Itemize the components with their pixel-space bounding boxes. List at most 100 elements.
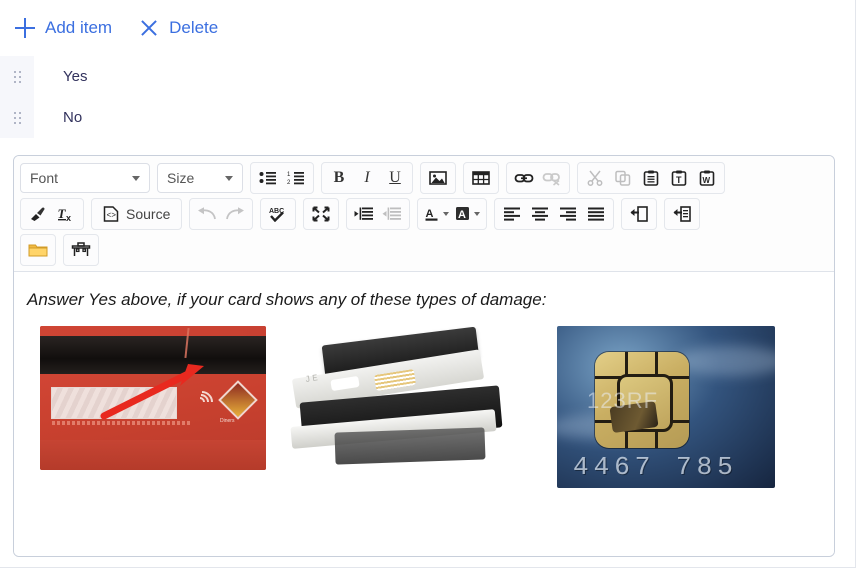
bulleted-list-icon[interactable] — [254, 165, 282, 191]
drag-handle-icon[interactable] — [0, 56, 34, 97]
maximize-icon[interactable] — [307, 201, 335, 227]
card-top-band — [40, 326, 266, 336]
history-group — [189, 198, 254, 230]
insert-div-icon[interactable] — [668, 201, 696, 227]
copy-icon[interactable] — [609, 165, 637, 191]
drag-dots — [13, 111, 21, 124]
drag-dots — [13, 70, 21, 83]
increase-indent-icon[interactable] — [350, 201, 378, 227]
chevron-down-icon — [474, 212, 481, 216]
add-item-button[interactable]: Add item — [14, 17, 112, 39]
clear-formatting-icon[interactable]: T x — [52, 201, 80, 227]
paste-icon[interactable] — [637, 165, 665, 191]
image-group — [420, 162, 456, 194]
svg-text:W: W — [703, 176, 711, 185]
list-item[interactable]: No — [0, 97, 855, 138]
svg-text:A: A — [426, 208, 434, 220]
option-label-yes: Yes — [63, 68, 88, 85]
editor-content-area[interactable]: Answer Yes above, if your card shows any… — [14, 272, 834, 556]
option-list: Yes No — [0, 56, 855, 138]
table-group — [463, 162, 499, 194]
spellcheck-group: ABC — [260, 198, 297, 230]
font-family-select[interactable]: Font — [20, 163, 150, 193]
content-image-row: Diners JE 123RF 4467 785 — [14, 326, 834, 488]
page-break-icon[interactable] — [625, 201, 653, 227]
card-brand-label: Diners — [220, 418, 235, 424]
paste-as-plain-text-icon[interactable]: T — [665, 165, 693, 191]
decrease-indent-icon[interactable] — [378, 201, 406, 227]
link-group — [506, 162, 570, 194]
browse-server-icon[interactable] — [24, 237, 52, 263]
link-icon[interactable] — [510, 165, 538, 191]
chevron-down-icon — [443, 212, 450, 216]
svg-text:2: 2 — [287, 180, 291, 186]
source-group: <> Source — [91, 198, 183, 230]
page-frame: Add item Delete Yes No Font Size 1 2 B I… — [0, 0, 856, 568]
toolbar-row-3 — [20, 234, 828, 266]
rich-text-editor: Font Size 1 2 B I U T W T x <> Source AB… — [13, 155, 835, 557]
card-brand-logo — [218, 380, 258, 420]
browse-group — [20, 234, 56, 266]
numbered-list-icon[interactable]: 1 2 — [282, 165, 310, 191]
card-microtext — [52, 421, 192, 425]
undo-icon[interactable] — [193, 201, 221, 227]
page-break-group — [621, 198, 658, 230]
list-item[interactable]: Yes — [0, 56, 855, 97]
text-color-icon[interactable]: A — [421, 201, 452, 227]
damage-pointer-arrow — [100, 364, 204, 420]
paste-from-word-icon[interactable]: W — [693, 165, 721, 191]
card-embossed-digits: 4467 785 — [573, 452, 738, 482]
justify-icon[interactable] — [582, 201, 610, 227]
delete-label: Delete — [169, 18, 219, 37]
svg-text:T: T — [676, 175, 682, 185]
align-left-icon[interactable] — [498, 201, 526, 227]
maximize-group — [303, 198, 340, 230]
toolbar-row-1: Font Size 1 2 B I U T W — [20, 162, 828, 194]
editor-toolbar: Font Size 1 2 B I U T W T x <> Source AB… — [14, 156, 834, 272]
underline-icon[interactable]: U — [381, 165, 409, 191]
content-paragraph: Answer Yes above, if your card shows any… — [27, 290, 547, 309]
svg-text:x: x — [66, 213, 71, 222]
templates-icon[interactable] — [67, 237, 95, 263]
remove-format-icon[interactable] — [24, 201, 52, 227]
option-label-no: No — [63, 109, 83, 126]
spellcheck-icon[interactable]: ABC — [264, 201, 292, 227]
drag-handle-icon[interactable] — [0, 97, 34, 138]
image-icon[interactable] — [424, 165, 452, 191]
delete-button[interactable]: Delete — [138, 17, 218, 39]
stock-photo-watermark: 123RF — [587, 388, 659, 413]
bold-icon[interactable]: B — [325, 165, 353, 191]
svg-text:A: A — [458, 209, 466, 221]
card-bottom-band — [40, 440, 266, 470]
plus-icon — [14, 17, 36, 39]
font-size-value: Size — [167, 170, 195, 186]
table-icon[interactable] — [467, 165, 495, 191]
toolbar-row-2: T x <> Source ABC A A — [20, 198, 828, 230]
background-color-icon[interactable]: A — [452, 201, 483, 227]
align-right-icon[interactable] — [554, 201, 582, 227]
align-center-icon[interactable] — [526, 201, 554, 227]
redo-icon[interactable] — [221, 201, 249, 227]
close-icon — [138, 17, 160, 39]
font-size-select[interactable]: Size — [157, 163, 243, 193]
italic-icon[interactable]: I — [353, 165, 381, 191]
damaged-card-delaminated-image[interactable]: JE — [283, 326, 529, 476]
card-background-cloud — [677, 346, 775, 376]
templates-group — [63, 234, 99, 266]
chevron-down-icon — [132, 175, 140, 181]
card-layer-base — [334, 427, 486, 465]
list-actions-toolbar: Add item Delete — [0, 0, 244, 56]
svg-text:<>: <> — [107, 212, 117, 221]
format-clean-group: T x — [20, 198, 84, 230]
add-item-label: Add item — [45, 18, 113, 37]
damaged-card-chip-image[interactable]: 123RF 4467 785 — [557, 326, 775, 488]
list-group: 1 2 — [250, 162, 314, 194]
cut-icon[interactable] — [581, 165, 609, 191]
unlink-icon[interactable] — [538, 165, 566, 191]
align-group — [494, 198, 615, 230]
source-button[interactable]: <> Source — [95, 201, 178, 227]
div-group — [664, 198, 701, 230]
damaged-card-scratched-stripe-image[interactable]: Diners — [40, 326, 266, 470]
clipboard-group: T W — [577, 162, 725, 194]
font-family-value: Font — [30, 170, 59, 186]
